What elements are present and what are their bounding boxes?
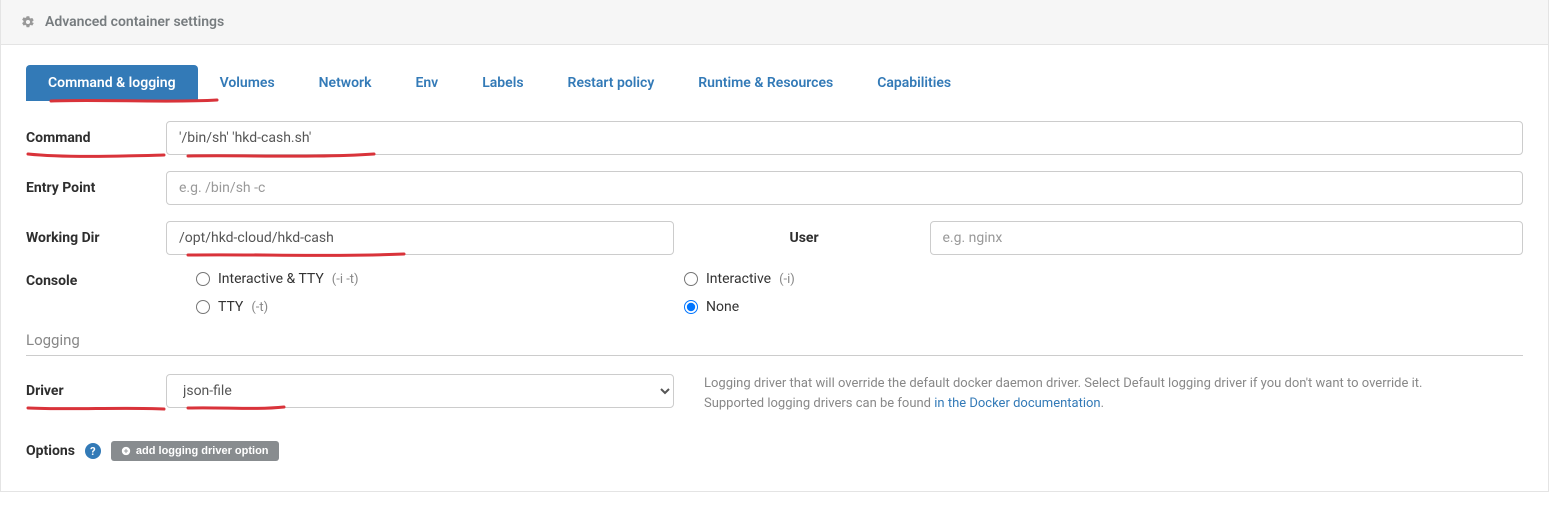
tab-labels[interactable]: Labels <box>460 65 545 101</box>
gear-icon <box>21 15 35 29</box>
label-working-dir: Working Dir <box>26 230 166 246</box>
tab-bar: Command & logging Volumes Network Env La… <box>1 45 1548 101</box>
driver-select[interactable]: json-file <box>166 374 674 408</box>
tab-label: Restart policy <box>568 75 655 91</box>
radio-tty[interactable]: TTY (-t) <box>196 299 684 315</box>
radio-input[interactable] <box>196 300 210 314</box>
user-input[interactable] <box>930 221 1524 255</box>
settings-header-title: Advanced container settings <box>45 14 224 30</box>
radio-label: TTY <box>218 299 243 315</box>
console-radio-group: Interactive & TTY (-i -t) TTY (-t) Inter… <box>166 271 795 315</box>
tab-capabilities[interactable]: Capabilities <box>855 65 973 101</box>
entry-point-input[interactable] <box>166 171 1523 205</box>
settings-header: Advanced container settings <box>0 0 1549 45</box>
col-user: User <box>790 221 1524 255</box>
driver-hint: Logging driver that will override the de… <box>704 374 1424 413</box>
tab-network[interactable]: Network <box>297 65 394 101</box>
row-command: Command <box>26 121 1523 155</box>
radio-interactive[interactable]: Interactive (-i) <box>684 271 795 287</box>
tab-restart-policy[interactable]: Restart policy <box>546 65 677 101</box>
logging-heading: Logging <box>26 331 1523 356</box>
tab-label: Volumes <box>220 75 275 91</box>
row-entry-point: Entry Point <box>26 171 1523 205</box>
tab-label: Labels <box>482 75 523 91</box>
tab-label: Network <box>319 75 372 91</box>
label-entry-point: Entry Point <box>26 180 166 196</box>
row-workdir-user: Working Dir User <box>26 221 1523 255</box>
command-input[interactable] <box>166 121 1523 155</box>
radio-flag: (-i -t) <box>332 272 359 287</box>
annotation-underline <box>26 151 166 161</box>
docker-docs-link[interactable]: in the Docker documentation <box>934 396 1100 411</box>
row-options: Options ? add logging driver option <box>26 441 1523 461</box>
settings-panel: Command & logging Volumes Network Env La… <box>0 45 1549 492</box>
tab-env[interactable]: Env <box>393 65 460 101</box>
radio-none[interactable]: None <box>684 299 795 315</box>
radio-input[interactable] <box>684 300 698 314</box>
col-working-dir: Working Dir <box>26 221 760 255</box>
row-driver: Driver json-file Logging driver that wil… <box>26 374 1523 413</box>
working-dir-input[interactable] <box>166 221 674 255</box>
radio-label: Interactive & TTY <box>218 271 324 287</box>
label-driver: Driver <box>26 383 166 399</box>
radio-input[interactable] <box>684 272 698 286</box>
hint-text: . <box>1101 396 1104 411</box>
tab-label: Capabilities <box>877 75 951 91</box>
radio-label: None <box>706 299 739 315</box>
row-console: Console Interactive & TTY (-i -t) TTY (-… <box>26 271 1523 315</box>
radio-interactive-tty[interactable]: Interactive & TTY (-i -t) <box>196 271 684 287</box>
radio-flag: (-t) <box>251 300 268 315</box>
button-label: add logging driver option <box>136 445 269 457</box>
label-user: User <box>790 230 930 246</box>
tab-label: Runtime & Resources <box>698 75 833 91</box>
tab-volumes[interactable]: Volumes <box>198 65 297 101</box>
plus-icon <box>121 446 131 456</box>
label-command: Command <box>26 130 166 146</box>
label-console: Console <box>26 271 166 289</box>
label-options: Options <box>26 443 75 459</box>
help-icon[interactable]: ? <box>85 443 101 459</box>
add-logging-option-button[interactable]: add logging driver option <box>111 441 279 461</box>
tab-command-logging[interactable]: Command & logging <box>26 65 198 101</box>
form-content: Command Entry Point Working Dir User Con… <box>1 101 1548 461</box>
tab-label: Command & logging <box>48 75 176 91</box>
radio-input[interactable] <box>196 272 210 286</box>
radio-flag: (-i) <box>779 272 795 287</box>
radio-label: Interactive <box>706 271 771 287</box>
tab-runtime-resources[interactable]: Runtime & Resources <box>676 65 855 101</box>
tab-label: Env <box>415 75 438 91</box>
